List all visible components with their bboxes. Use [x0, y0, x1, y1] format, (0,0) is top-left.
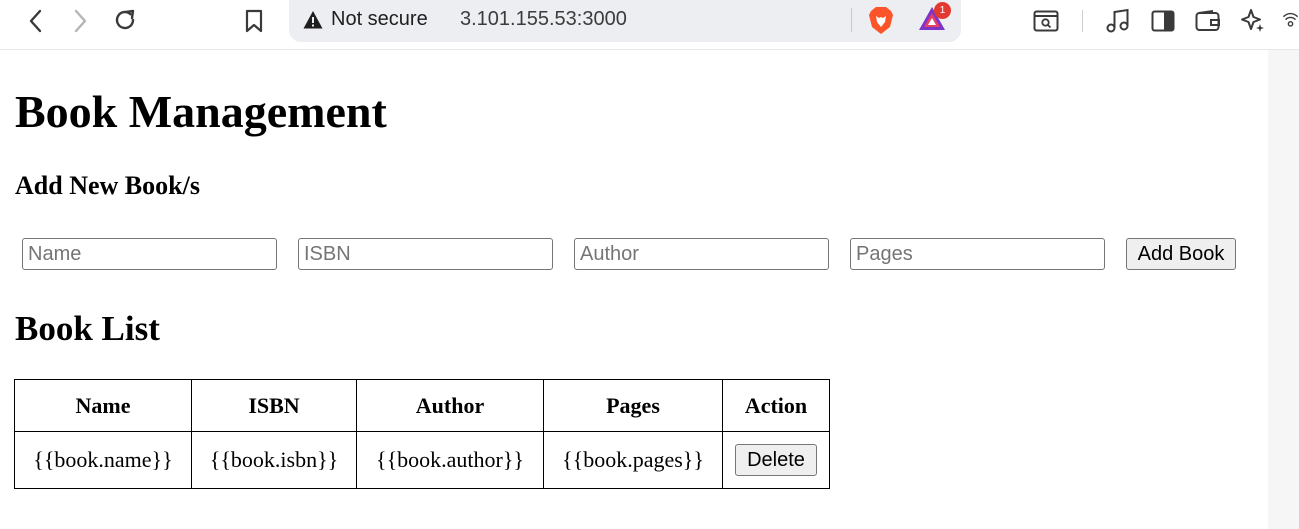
book-list-heading: Book List — [15, 309, 160, 348]
back-arrow-icon[interactable] — [22, 6, 48, 36]
security-status-label[interactable]: Not secure — [331, 8, 428, 31]
wallet-icon[interactable] — [1194, 7, 1222, 35]
cell-book-isbn: {{book.isbn}} — [191, 431, 357, 489]
warning-triangle-icon[interactable] — [303, 10, 323, 35]
url-text[interactable]: 3.101.155.53:3000 — [460, 8, 627, 31]
leo-ai-icon[interactable] — [1238, 6, 1268, 36]
music-note-icon[interactable] — [1104, 6, 1132, 36]
cell-action: Delete — [722, 431, 830, 489]
sidebar-icon[interactable] — [1149, 7, 1177, 35]
reload-icon[interactable] — [110, 5, 140, 35]
add-book-button[interactable]: Add Book — [1126, 238, 1236, 270]
add-book-heading: Add New Book/s — [15, 171, 200, 200]
column-header-pages: Pages — [543, 379, 723, 432]
table-row: {{book.name}} {{book.isbn}} {{book.autho… — [14, 431, 830, 489]
table-header-row: Name ISBN Author Pages Action — [14, 379, 830, 432]
pages-input[interactable] — [850, 238, 1105, 270]
toolbar-divider — [1082, 10, 1083, 32]
column-header-author: Author — [356, 379, 544, 432]
address-bar[interactable]: Not secure 3.101.155.53:3000 1 — [289, 0, 961, 42]
column-header-name: Name — [14, 379, 192, 432]
browser-toolbar: Not secure 3.101.155.53:3000 1 — [0, 0, 1299, 50]
author-input[interactable] — [574, 238, 829, 270]
cell-book-name: {{book.name}} — [14, 431, 192, 489]
scrollbar-track[interactable] — [1268, 50, 1299, 529]
name-input[interactable] — [22, 238, 277, 270]
vpn-icon[interactable] — [1282, 8, 1299, 34]
rewards-notification-badge: 1 — [934, 2, 951, 19]
address-bar-divider — [851, 8, 852, 32]
delete-button[interactable]: Delete — [735, 444, 817, 476]
column-header-isbn: ISBN — [191, 379, 357, 432]
bookmark-icon[interactable] — [242, 7, 266, 35]
forward-arrow-icon[interactable] — [68, 6, 94, 36]
book-table: Name ISBN Author Pages Action {{book.nam… — [14, 379, 830, 489]
column-header-action: Action — [722, 379, 830, 432]
cell-book-author: {{book.author}} — [356, 431, 544, 489]
cell-book-pages: {{book.pages}} — [543, 431, 723, 489]
brave-shields-icon[interactable] — [867, 5, 895, 40]
search-tabs-icon[interactable] — [1032, 8, 1060, 34]
page-title: Book Management — [15, 86, 387, 137]
isbn-input[interactable] — [298, 238, 553, 270]
